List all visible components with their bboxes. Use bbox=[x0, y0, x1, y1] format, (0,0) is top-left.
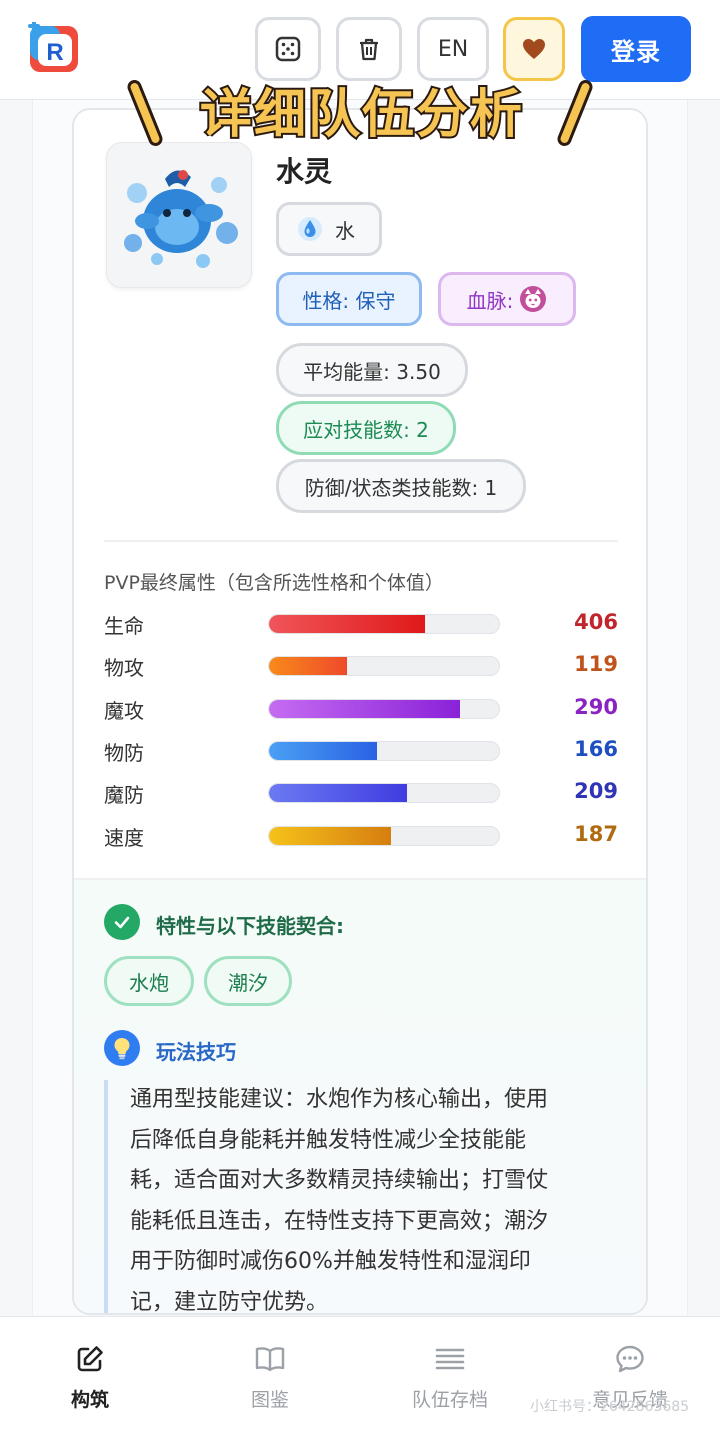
tips-line: 通用型技能建议：水炮作为核心输出，使用 bbox=[130, 1087, 549, 1112]
stat-bar-fill bbox=[269, 827, 391, 845]
stat-bar bbox=[268, 656, 500, 676]
stat-bar bbox=[268, 614, 500, 634]
stat-row-magic-attack: 魔攻 290 bbox=[104, 693, 618, 725]
stat-bar-fill bbox=[269, 615, 426, 633]
check-icon bbox=[104, 904, 140, 940]
tips-line: 记，建立防守优势。 bbox=[130, 1289, 329, 1315]
stat-label: 魔防 bbox=[104, 783, 144, 807]
svg-text:R: R bbox=[46, 39, 63, 66]
tips-quote-bar bbox=[104, 1080, 108, 1313]
stat-bar bbox=[268, 826, 500, 846]
lightbulb-icon bbox=[104, 1030, 140, 1066]
skill-chip[interactable]: 水炮 bbox=[104, 956, 194, 1006]
nav-item-pokedex[interactable]: 图鉴 bbox=[180, 1317, 360, 1430]
tips-line: 能耗低且连击，在特性支持下更高效；潮汐 bbox=[130, 1208, 549, 1234]
pet-name: 水灵 bbox=[276, 155, 333, 188]
stat-value: 209 bbox=[574, 779, 618, 803]
stat-row-speed: 速度 187 bbox=[104, 820, 618, 852]
stat-bar-fill bbox=[269, 700, 460, 718]
pet-analysis-card: 水灵 水 性格: 保守 血脉: 平均能量: 3.50 应对技能数: 2 防御/状… bbox=[72, 108, 648, 1315]
stat-value: 119 bbox=[574, 652, 618, 676]
counter-skills-badge: 应对技能数: 2 bbox=[276, 401, 456, 455]
watermark-text: 小红书号：2642863685 bbox=[530, 1399, 690, 1415]
divider bbox=[104, 540, 618, 542]
stat-row-attack: 物攻 119 bbox=[104, 650, 618, 682]
nature-badge[interactable]: 性格: 保守 bbox=[276, 272, 422, 326]
counter-skills-label: 应对技能数: 2 bbox=[303, 417, 429, 442]
stat-label: 物防 bbox=[104, 741, 144, 765]
app-logo[interactable]: R bbox=[28, 20, 82, 76]
stat-bar-fill bbox=[269, 742, 378, 760]
tips-line: 用于防御时减伤60%并触发特性和湿润印 bbox=[130, 1249, 531, 1274]
stats-title: PVP最终属性（包含所选性格和个体值） bbox=[104, 572, 444, 594]
stat-row-magic-defense: 魔防 209 bbox=[104, 777, 618, 809]
list-icon bbox=[435, 1348, 465, 1370]
nav-label: 队伍存档 bbox=[411, 1389, 488, 1411]
nav-label: 图鉴 bbox=[250, 1389, 289, 1411]
tips-title: 玩法技巧 bbox=[156, 1040, 236, 1064]
dice-icon bbox=[275, 36, 301, 62]
chat-icon bbox=[616, 1345, 644, 1373]
trash-icon bbox=[360, 38, 378, 61]
decor-slash bbox=[555, 77, 595, 149]
avg-energy-label: 平均能量: 3.50 bbox=[303, 359, 441, 384]
overlay-title-text: 详细队伍分析 bbox=[198, 83, 524, 147]
stat-bar bbox=[268, 741, 500, 761]
decor-slash bbox=[125, 77, 165, 149]
stat-value: 187 bbox=[574, 822, 618, 846]
tips-text: 通用型技能建议：水炮作为核心输出，使用 后降低自身能耗并触发特性减少全技能能 耗… bbox=[130, 1080, 622, 1315]
nature-label: 性格: 保守 bbox=[302, 288, 396, 313]
defense-skills-label: 防御/状态类技能数: 1 bbox=[304, 475, 498, 500]
stat-bar-fill bbox=[269, 784, 407, 802]
stat-value: 290 bbox=[574, 695, 618, 719]
type-label: 水 bbox=[335, 218, 355, 243]
overlay-title: 详细队伍分析 bbox=[120, 70, 600, 150]
book-icon bbox=[255, 1347, 285, 1372]
stat-bar-fill bbox=[269, 657, 348, 675]
stat-label: 魔攻 bbox=[104, 699, 144, 723]
type-badge: 水 bbox=[276, 202, 382, 256]
tips-line: 耗，适合面对大多数精灵持续输出；打雪仗 bbox=[130, 1168, 549, 1193]
edit-icon bbox=[77, 1346, 103, 1372]
stat-row-defense: 物防 166 bbox=[104, 735, 618, 767]
stat-label: 物攻 bbox=[104, 656, 144, 680]
bloodline-label: 血脉: bbox=[466, 288, 514, 313]
stat-row-hp: 生命 406 bbox=[104, 608, 618, 640]
bloodline-cat-icon bbox=[520, 286, 547, 312]
stat-value: 406 bbox=[574, 610, 618, 634]
stat-value: 166 bbox=[574, 737, 618, 761]
water-drop-icon bbox=[298, 217, 322, 241]
pet-avatar bbox=[106, 142, 252, 288]
tips-line: 后降低自身能耗并触发特性减少全技能能 bbox=[130, 1127, 527, 1153]
stat-bar bbox=[268, 783, 500, 803]
stat-label: 生命 bbox=[104, 614, 144, 638]
stat-label: 速度 bbox=[104, 826, 144, 850]
bloodline-badge[interactable]: 血脉: bbox=[438, 272, 576, 326]
defense-skills-badge: 防御/状态类技能数: 1 bbox=[276, 459, 526, 513]
skill-chip[interactable]: 潮汐 bbox=[204, 956, 292, 1006]
stat-bar bbox=[268, 699, 500, 719]
synergy-title: 特性与以下技能契合: bbox=[156, 914, 344, 938]
avg-energy-badge: 平均能量: 3.50 bbox=[276, 343, 468, 397]
nav-label: 构筑 bbox=[70, 1389, 109, 1411]
nav-item-build[interactable]: 构筑 bbox=[0, 1317, 180, 1430]
tips-section: 特性与以下技能契合: 水炮 潮汐 玩法技巧 通用型技能建议：水炮作为核心输出，使… bbox=[74, 878, 646, 1315]
heart-icon bbox=[523, 39, 545, 59]
nav-item-team-archive[interactable]: 队伍存档 bbox=[360, 1317, 540, 1430]
